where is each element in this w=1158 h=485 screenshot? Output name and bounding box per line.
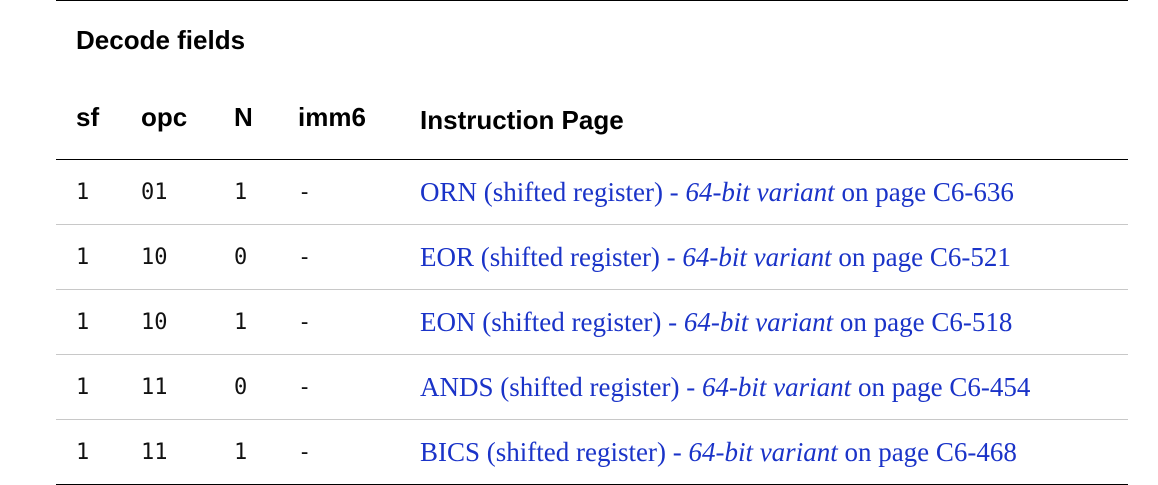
sf-cell: 1 <box>56 354 121 420</box>
link-prefix: BICS (shifted register) - <box>420 436 689 467</box>
imm6-cell: - <box>278 224 400 290</box>
link-variant: 64-bit variant <box>688 436 838 467</box>
link-variant: 64-bit variant <box>701 371 852 402</box>
sf-cell: 1 <box>56 289 121 355</box>
link-suffix: on page C6-636 <box>834 176 1014 207</box>
sf-cell: 1 <box>56 419 121 485</box>
sf-header: sf <box>56 78 121 160</box>
opc-cell: 01 <box>121 159 214 225</box>
decode-table-container: Decode fields Instruction Page sf opc N … <box>56 0 1128 485</box>
opc-cell: 11 <box>121 419 214 485</box>
link-suffix: on page C6-454 <box>851 371 1031 402</box>
imm6-cell: - <box>278 289 400 355</box>
link-variant: 64-bit variant <box>683 306 834 337</box>
link-suffix: on page C6-468 <box>837 436 1017 467</box>
table-row: 1 10 1 - EON (shifted register) - 64-bit… <box>56 289 1128 355</box>
sf-cell: 1 <box>56 224 121 290</box>
link-prefix: EOR (shifted register) - <box>420 241 683 272</box>
link-suffix: on page C6-521 <box>831 241 1011 272</box>
opc-cell: 10 <box>121 224 214 290</box>
instruction-page-link[interactable]: ORN (shifted register) - 64-bit variant … <box>400 159 1128 225</box>
link-variant: 64-bit variant <box>685 176 835 207</box>
decode-fields-header: Decode fields <box>56 0 400 78</box>
table-row: 1 11 0 - ANDS (shifted register) - 64-bi… <box>56 354 1128 420</box>
imm6-cell: - <box>278 159 400 225</box>
link-prefix: EON (shifted register) - <box>420 306 684 337</box>
imm6-cell: - <box>278 354 400 420</box>
n-header: N <box>214 78 278 160</box>
n-cell: 0 <box>214 354 278 420</box>
link-prefix: ANDS (shifted register) - <box>420 371 702 402</box>
opc-header: opc <box>121 78 214 160</box>
table-row: 1 10 0 - EOR (shifted register) - 64-bit… <box>56 224 1128 290</box>
opc-cell: 10 <box>121 289 214 355</box>
instruction-page-link[interactable]: EON (shifted register) - 64-bit variant … <box>400 289 1128 355</box>
n-cell: 0 <box>214 224 278 290</box>
link-variant: 64-bit variant <box>682 241 832 272</box>
instruction-page-link[interactable]: ANDS (shifted register) - 64-bit variant… <box>400 354 1128 420</box>
instruction-page-link[interactable]: EOR (shifted register) - 64-bit variant … <box>400 224 1128 290</box>
n-cell: 1 <box>214 289 278 355</box>
table-row: 1 01 1 - ORN (shifted register) - 64-bit… <box>56 159 1128 225</box>
n-cell: 1 <box>214 159 278 225</box>
table-row: 1 11 1 - BICS (shifted register) - 64-bi… <box>56 419 1128 485</box>
imm6-cell: - <box>278 419 400 485</box>
imm6-header: imm6 <box>278 78 400 160</box>
instruction-page-link[interactable]: BICS (shifted register) - 64-bit variant… <box>400 419 1128 485</box>
opc-cell: 11 <box>121 354 214 420</box>
decode-table: Decode fields Instruction Page sf opc N … <box>56 0 1128 485</box>
instruction-page-header: Instruction Page <box>400 0 1128 160</box>
header-row-group: Decode fields Instruction Page <box>56 0 1128 160</box>
link-suffix: on page C6-518 <box>833 306 1013 337</box>
link-prefix: ORN (shifted register) - <box>420 176 686 207</box>
n-cell: 1 <box>214 419 278 485</box>
sf-cell: 1 <box>56 159 121 225</box>
